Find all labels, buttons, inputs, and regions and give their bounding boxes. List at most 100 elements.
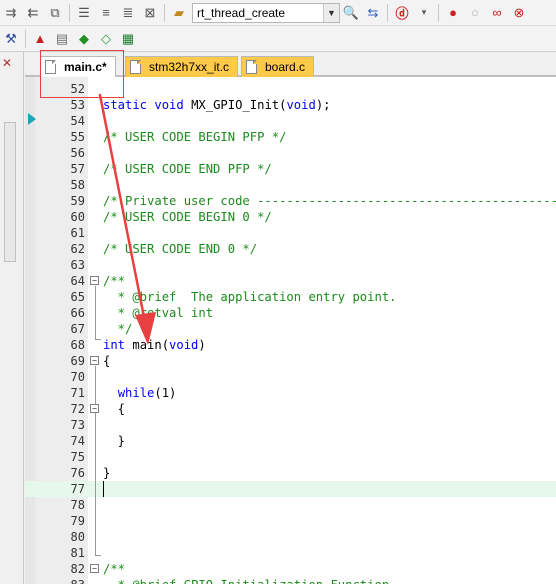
build-toolbar: ⚒ ▲ ▤ ◆ ◇ ▦ (0, 26, 556, 52)
debug-dropdown-icon[interactable]: ▾ (414, 3, 434, 23)
code-line[interactable]: 63 (25, 257, 556, 273)
line-number: 82 (70, 562, 85, 576)
chevron-down-icon[interactable]: ▼ (323, 3, 339, 22)
code-line[interactable]: 76} (25, 465, 556, 481)
manage-icon[interactable]: ◇ (96, 29, 116, 49)
line-number: 78 (70, 498, 85, 512)
line-number: 67 (70, 322, 85, 336)
line-number: 59 (70, 194, 85, 208)
project-icon[interactable]: ▲ (30, 29, 50, 49)
code-text: { (103, 402, 126, 416)
code-line[interactable]: 74 } (25, 433, 556, 449)
code-text: /* USER CODE END 0 */ (103, 242, 258, 256)
code-line[interactable]: 61 (25, 225, 556, 241)
code-line[interactable]: 62 /* USER CODE END 0 */ (25, 241, 556, 257)
code-line[interactable]: 64 /** (25, 273, 556, 289)
line-number: 58 (70, 178, 85, 192)
code-text: static void MX_GPIO_Init(void); (103, 98, 331, 112)
debug-icon[interactable]: ⓓ (392, 3, 412, 23)
code-line[interactable]: 56 (25, 145, 556, 161)
code-line[interactable]: 68 int main(void) (25, 337, 556, 353)
line-number: 72 (70, 402, 85, 416)
line-number: 66 (70, 306, 85, 320)
code-line[interactable]: 70 (25, 369, 556, 385)
bookmark-icon[interactable]: ☰ (74, 3, 94, 23)
code-line[interactable]: 82 /** (25, 561, 556, 577)
unindent-icon[interactable]: ⇇ (23, 3, 43, 23)
code-line[interactable]: 65 * @brief The application entry point. (25, 289, 556, 305)
line-number: 79 (70, 514, 85, 528)
code-line[interactable]: 81 (25, 545, 556, 561)
comment-icon[interactable]: ⧉ (45, 3, 65, 23)
breakpoint-icon[interactable]: ● (443, 3, 463, 23)
code-line[interactable]: 54 (25, 113, 556, 129)
find-icon[interactable]: 🔍 (341, 3, 361, 23)
clear-bookmarks-icon[interactable]: ⊠ (140, 3, 160, 23)
code-text: } (103, 466, 111, 480)
next-bookmark-icon[interactable]: ≣ (118, 3, 138, 23)
tab-label: stm32h7xx_it.c (149, 60, 230, 74)
line-number: 74 (70, 434, 85, 448)
target-select[interactable]: rt_thread_create ▼ (192, 2, 340, 23)
disable-breakpoint-icon[interactable]: ○ (465, 3, 485, 23)
line-number: 64 (70, 274, 85, 288)
code-line[interactable]: 79 (25, 513, 556, 529)
code-line[interactable]: 59 /* Private user code -----------------… (25, 193, 556, 209)
line-number: 61 (70, 226, 85, 240)
code-line[interactable]: 66 * @retval int (25, 305, 556, 321)
line-number: 57 (70, 162, 85, 176)
line-number: 73 (70, 418, 85, 432)
wand-icon[interactable]: ⚒ (1, 29, 21, 49)
kill-breakpoints-icon[interactable]: ∞ (487, 3, 507, 23)
code-line[interactable]: 60 /* USER CODE BEGIN 0 */ (25, 209, 556, 225)
prev-bookmark-icon[interactable]: ≡ (96, 3, 116, 23)
line-number: 60 (70, 210, 85, 224)
code-text: * @brief The application entry point. (103, 290, 397, 304)
file-icon (130, 60, 141, 74)
code-line[interactable]: 58 (25, 177, 556, 193)
code-text: * @retval int (103, 306, 214, 320)
code-line[interactable]: 53 static void MX_GPIO_Init(void); (25, 97, 556, 113)
fold-toggle-icon[interactable]: − (90, 276, 99, 285)
remove-breakpoints-icon[interactable]: ⊗ (509, 3, 529, 23)
line-number: 83 (35, 577, 85, 584)
line-number: 81 (70, 546, 85, 560)
line-number: 71 (70, 386, 85, 400)
code-line[interactable]: 69 { (25, 353, 556, 369)
code-text: { (103, 354, 111, 368)
line-number: 70 (70, 370, 85, 384)
fold-toggle-icon[interactable]: − (90, 564, 99, 573)
tab-board-c[interactable]: board.c (241, 56, 315, 77)
window-icon[interactable]: ▤ (52, 29, 72, 49)
code-text: /* USER CODE END PFP */ (103, 162, 272, 176)
code-line[interactable]: 57 /* USER CODE END PFP */ (25, 161, 556, 177)
line-number: 63 (70, 258, 85, 272)
find-in-files-icon[interactable]: ⇆ (363, 3, 383, 23)
line-number: 75 (70, 450, 85, 464)
code-line[interactable]: 75 (25, 449, 556, 465)
code-editor[interactable]: 52 53 static void MX_GPIO_Init(void); 54 55/… (25, 77, 556, 584)
tab-label: board.c (265, 60, 306, 74)
fold-toggle-icon[interactable]: − (90, 404, 99, 413)
code-line[interactable]: 71 while(1) (25, 385, 556, 401)
code-line[interactable]: 77 (25, 481, 556, 497)
code-line[interactable]: 78 (25, 497, 556, 513)
code-text: /** (103, 274, 126, 288)
indent-icon[interactable]: ⇉ (1, 3, 21, 23)
project-panel-edge: ✕ (0, 52, 24, 584)
code-line[interactable]: 67 */ (25, 321, 556, 337)
code-line[interactable]: 55 /* USER CODE BEGIN PFP */ (25, 129, 556, 145)
code-line[interactable]: 73 (25, 417, 556, 433)
tab-stm32h7xx-it-c[interactable]: stm32h7xx_it.c (125, 56, 239, 77)
code-text: * @brief GPIO Initialization Function (103, 577, 390, 584)
code-line[interactable]: 72 { (25, 401, 556, 417)
close-icon[interactable]: ✕ (2, 56, 12, 70)
line-number: 76 (70, 466, 85, 480)
panel-scrollbar[interactable] (4, 122, 16, 262)
code-line[interactable]: 83 * @brief GPIO Initialization Function (25, 577, 556, 584)
code-text: */ (103, 322, 133, 336)
pack-installer-icon[interactable]: ▦ (118, 29, 138, 49)
code-line[interactable]: 80 (25, 529, 556, 545)
fold-toggle-icon[interactable]: − (90, 356, 99, 365)
components-icon[interactable]: ◆ (74, 29, 94, 49)
